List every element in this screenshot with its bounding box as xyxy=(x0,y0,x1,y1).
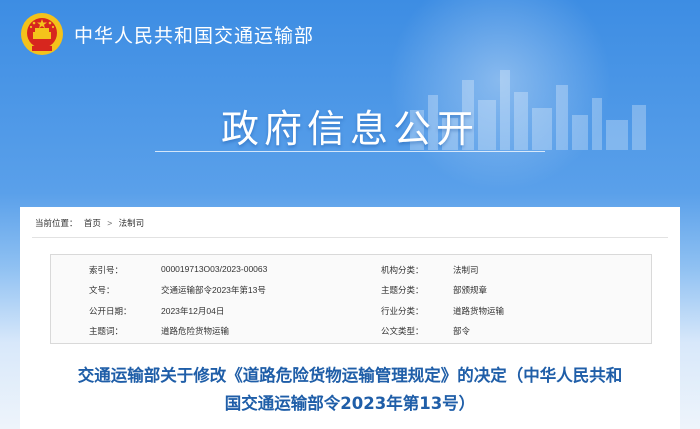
metadata-value: 000019713O03/2023-00063 xyxy=(161,264,268,274)
metadata-key: 主题词： xyxy=(89,326,124,336)
breadcrumb-item-home[interactable]: 首页 xyxy=(84,218,101,228)
breadcrumb-divider xyxy=(32,237,668,238)
document-metadata-table: 索引号： 000019713O03/2023-00063 机构分类： 法制司 文… xyxy=(50,254,652,344)
title-divider xyxy=(155,151,545,152)
metadata-row: 文号： 交通运输部令2023年第13号 主题分类： 部颁规章 xyxy=(51,280,651,300)
breadcrumb-separator: > xyxy=(107,218,113,228)
metadata-key: 索引号： xyxy=(89,265,124,275)
metadata-value: 部颁规章 xyxy=(453,285,488,295)
metadata-row: 公开日期： 2023年12月04日 行业分类： 道路货物运输 xyxy=(51,301,651,321)
breadcrumb-label: 当前位置： xyxy=(35,218,78,228)
document-title: 交通运输部关于修改《道路危险货物运输管理规定》的决定（中华人民共和 国交通运输部… xyxy=(20,362,680,418)
metadata-value: 部令 xyxy=(453,326,471,336)
metadata-key: 公文类型： xyxy=(381,326,424,336)
metadata-key: 主题分类： xyxy=(381,285,424,295)
metadata-value: 法制司 xyxy=(453,265,479,275)
breadcrumb-item-legal-dept[interactable]: 法制司 xyxy=(119,218,145,228)
metadata-key: 行业分类： xyxy=(381,306,424,316)
metadata-row: 主题词： 道路危险货物运输 公文类型： 部令 xyxy=(51,321,651,341)
portal-title: 政府信息公开 xyxy=(220,107,479,151)
metadata-value: 交通运输部令2023年第13号 xyxy=(161,285,266,295)
document-title-line: 国交通运输部令2023年第13号） xyxy=(224,394,476,413)
metadata-value: 2023年12月04日 xyxy=(161,306,225,316)
metadata-value: 道路货物运输 xyxy=(453,306,505,316)
national-emblem-icon[interactable] xyxy=(20,12,64,56)
metadata-key: 文号： xyxy=(89,285,115,295)
site-header: 中华人民共和国交通运输部 xyxy=(20,10,314,58)
ministry-name[interactable]: 中华人民共和国交通运输部 xyxy=(74,21,314,48)
metadata-key: 机构分类： xyxy=(381,265,424,275)
metadata-key: 公开日期： xyxy=(89,306,132,316)
breadcrumb: 当前位置： 首页 > 法制司 xyxy=(35,217,148,229)
content-panel: 当前位置： 首页 > 法制司 索引号： 000019713O03/2023-00… xyxy=(20,207,680,429)
document-title-line: 交通运输部关于修改《道路危险货物运输管理规定》的决定（中华人民共和 xyxy=(77,366,623,385)
metadata-value: 道路危险货物运输 xyxy=(161,326,230,336)
metadata-row: 索引号： 000019713O03/2023-00063 机构分类： 法制司 xyxy=(51,260,651,280)
header-banner: 中华人民共和国交通运输部 政府信息公开 xyxy=(0,0,700,210)
